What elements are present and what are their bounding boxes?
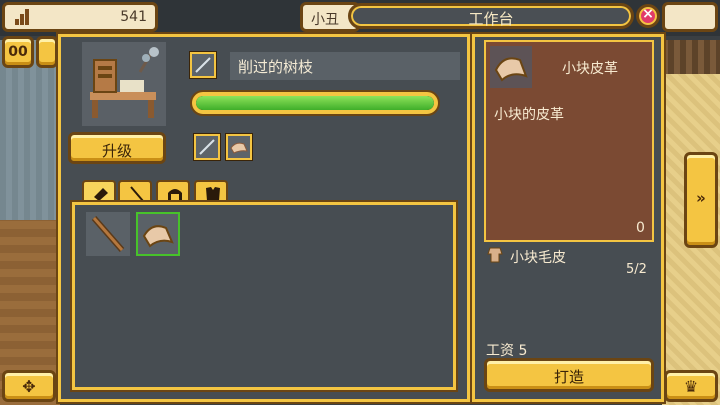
side-toggle-button[interactable] xyxy=(36,36,58,68)
crown-icon: ♛ xyxy=(683,377,699,396)
move-button[interactable]: ✥ xyxy=(2,370,56,402)
wage-label: 工资 5 xyxy=(486,343,528,359)
resource-value: 541 xyxy=(120,9,147,25)
upgrade-button[interactable]: 升级 xyxy=(68,132,166,164)
ingredient-slot-stick[interactable] xyxy=(193,133,221,161)
detail-description: 小块的皮革 xyxy=(494,107,564,123)
selected-item-slot[interactable] xyxy=(189,51,217,79)
resource-tab-icon xyxy=(94,188,108,201)
item-name: 削过的树枝 xyxy=(238,58,314,76)
fur-icon xyxy=(486,246,504,264)
leather-scrap-icon xyxy=(490,46,532,88)
tool-tab-icon xyxy=(130,186,144,202)
progress-fill xyxy=(196,96,434,110)
ingredient-slot-leather[interactable] xyxy=(225,133,253,161)
craft-label: 打造 xyxy=(553,368,584,386)
crown-button[interactable]: ♛ xyxy=(664,370,718,402)
item-name-field: 削过的树枝 xyxy=(230,52,460,80)
detail-title: 小块皮革 xyxy=(562,61,618,77)
background-stone-floor xyxy=(0,40,60,405)
top-right-box xyxy=(662,2,718,32)
requirement-amount: 5/2 xyxy=(626,262,647,277)
leather-scrap-icon xyxy=(142,225,174,248)
upgrade-label: 升级 xyxy=(101,142,132,160)
expand-right-button[interactable]: » xyxy=(684,152,718,248)
stick-icon xyxy=(199,139,215,155)
close-icon: × xyxy=(642,6,654,22)
tab-tools[interactable] xyxy=(118,180,152,204)
craft-button[interactable]: 打造 xyxy=(484,358,654,392)
progress-track xyxy=(196,96,434,110)
dialog-title-bar: 工作台 xyxy=(348,3,634,29)
wooden-stick-icon xyxy=(91,216,125,252)
tab-armor[interactable] xyxy=(194,180,228,204)
armor-tab-icon xyxy=(206,187,220,201)
tab-helmets[interactable] xyxy=(156,180,190,204)
double-arrow-icon: » xyxy=(696,189,706,207)
grid-item-wooden-stick[interactable] xyxy=(86,212,130,256)
helmet-tab-icon xyxy=(168,189,182,201)
leather-icon xyxy=(230,142,248,154)
close-button[interactable]: × xyxy=(636,4,660,28)
tab-resources[interactable] xyxy=(82,180,116,204)
owned-count: 0 xyxy=(636,220,645,236)
stick-icon xyxy=(195,57,211,73)
crafting-progress-bar xyxy=(190,90,440,116)
resource-counter: 541 xyxy=(2,2,158,32)
move-icon: ✥ xyxy=(22,377,36,396)
background-wood-strip xyxy=(662,40,720,74)
buildings-icon xyxy=(15,9,33,25)
pause-icon: 00 xyxy=(8,44,28,60)
grid-item-leather-scrap[interactable] xyxy=(136,212,180,256)
pause-button[interactable]: 00 xyxy=(2,36,34,68)
requirement-name: 小块毛皮 xyxy=(510,250,566,266)
dialog-title: 工作台 xyxy=(468,10,514,28)
workbench-icon xyxy=(82,42,166,126)
